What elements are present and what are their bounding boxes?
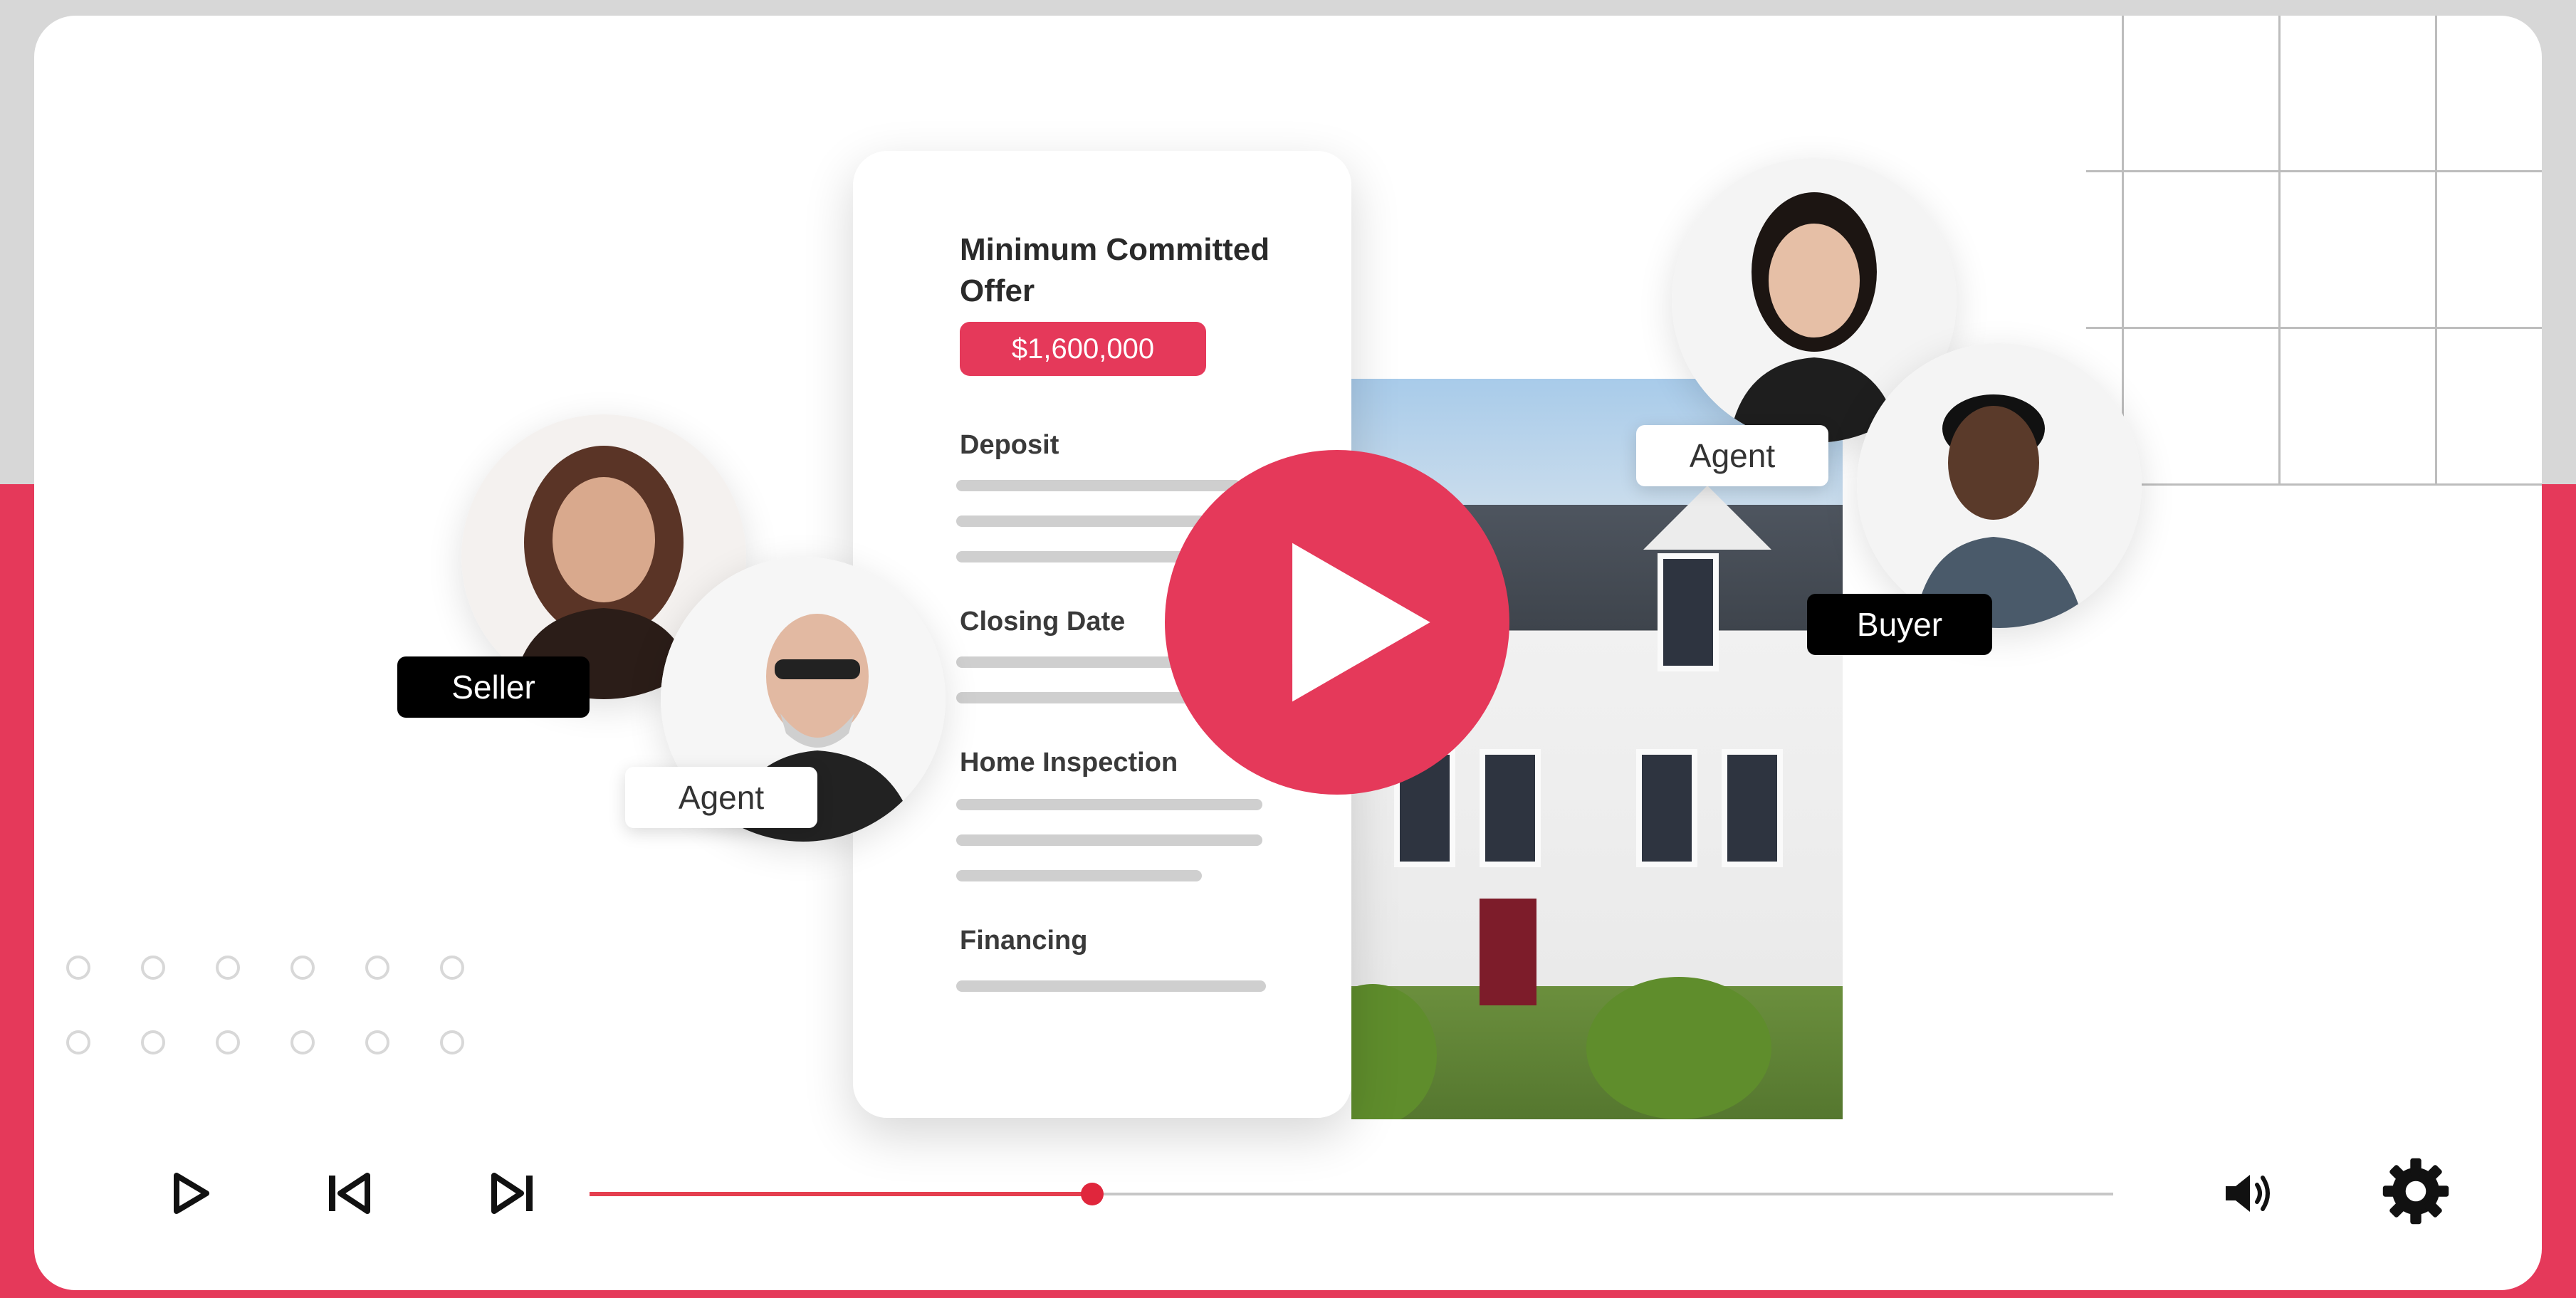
- previous-button[interactable]: [313, 1158, 384, 1229]
- big-play-button[interactable]: [1165, 450, 1509, 795]
- volume-button[interactable]: [2213, 1158, 2284, 1229]
- house-door: [1480, 899, 1536, 1005]
- play-button[interactable]: [155, 1158, 226, 1229]
- decorative-grid: [2086, 16, 2542, 486]
- next-button[interactable]: [477, 1158, 548, 1229]
- section-label-home-inspection: Home Inspection: [960, 748, 1178, 778]
- buyer-agent-tag: Agent: [1636, 425, 1828, 486]
- dot: [365, 956, 389, 980]
- progress-fill: [590, 1192, 1093, 1196]
- house-window: [1722, 749, 1783, 867]
- play-circle-icon: [1292, 543, 1430, 702]
- dot: [216, 1030, 240, 1054]
- bush: [1351, 984, 1437, 1119]
- house-window: [1636, 749, 1697, 867]
- dot: [66, 956, 90, 980]
- play-icon: [174, 1173, 209, 1214]
- placeholder-line: [956, 980, 1266, 992]
- seller-tag: Seller: [397, 656, 590, 718]
- settings-button[interactable]: [2377, 1152, 2455, 1230]
- dot: [141, 956, 165, 980]
- dot: [290, 1030, 315, 1054]
- house-window: [1658, 553, 1719, 671]
- section-label-financing: Financing: [960, 926, 1088, 956]
- dot: [66, 1030, 90, 1054]
- bush: [1586, 977, 1771, 1119]
- skip-next-icon: [491, 1173, 533, 1214]
- offer-amount-badge: $1,600,000: [960, 322, 1206, 376]
- section-label-deposit: Deposit: [960, 430, 1059, 460]
- buyer-tag: Buyer: [1807, 594, 1992, 655]
- dot: [290, 956, 315, 980]
- offer-card-title: Minimum Committed Offer: [960, 232, 1270, 308]
- dot: [440, 956, 464, 980]
- video-player[interactable]: Minimum Committed Offer $1,600,000 Depos…: [34, 16, 2542, 1290]
- skip-previous-icon: [329, 1173, 370, 1214]
- dot: [440, 1030, 464, 1054]
- placeholder-line: [956, 870, 1202, 881]
- progress-knob[interactable]: [1081, 1183, 1104, 1205]
- placeholder-line: [956, 799, 1262, 810]
- placeholder-line: [956, 834, 1262, 846]
- section-label-closing-date: Closing Date: [960, 607, 1126, 637]
- dot: [141, 1030, 165, 1054]
- gear-icon: [2382, 1158, 2449, 1225]
- dot: [365, 1030, 389, 1054]
- buyer-avatar: [1857, 343, 2142, 628]
- house-gable: [1643, 486, 1771, 550]
- volume-icon: [2226, 1175, 2270, 1212]
- decorative-dots: [66, 956, 508, 1069]
- progress-bar[interactable]: [590, 1183, 2113, 1205]
- dot: [216, 956, 240, 980]
- seller-agent-tag: Agent: [625, 767, 817, 828]
